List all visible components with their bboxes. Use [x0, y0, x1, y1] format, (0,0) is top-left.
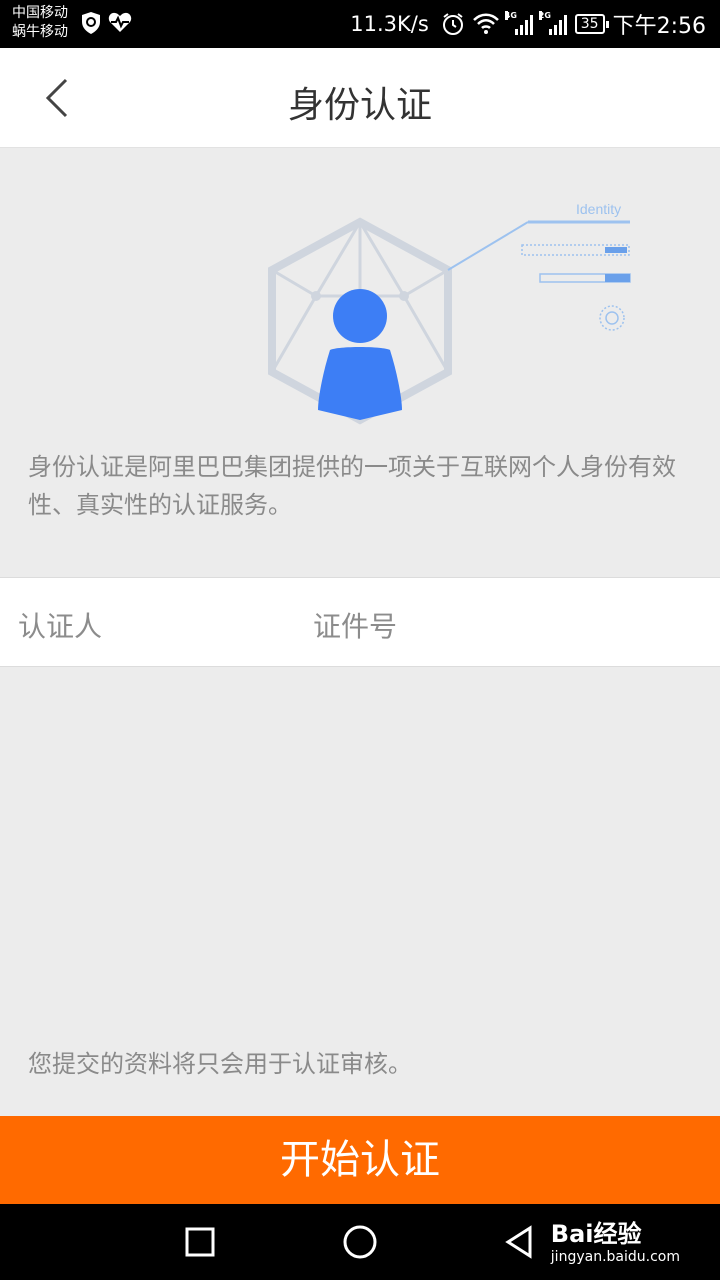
identity-illustration: Identity — [268, 201, 631, 425]
back-icon[interactable] — [500, 1222, 540, 1262]
user-avatar-icon — [318, 289, 402, 420]
carrier-names: 中国移动 蜗牛移动 — [12, 4, 68, 42]
watermark-main: Bai经验 — [550, 1220, 642, 1248]
recent-apps-icon[interactable] — [180, 1222, 220, 1262]
battery-icon: 35 — [574, 14, 609, 34]
watermark-sub: jingyan.baidu.com — [550, 1249, 680, 1265]
identity-decoration: Identity — [447, 201, 631, 331]
start-verification-button[interactable]: 开始认证 — [0, 1116, 720, 1204]
shield-icon — [82, 12, 100, 34]
baidu-watermark: Bai经验 jingyan.baidu.com — [551, 1214, 680, 1265]
privacy-note: 您提交的资料将只会用于认证审核。 — [28, 1050, 412, 1078]
battery-level: 35 — [580, 16, 599, 32]
description-text: 身份认证是阿里巴巴集团提供的一项关于互联网个人身份有效性、真实性的认证服务。 — [28, 453, 676, 519]
status-notification-icons — [80, 11, 132, 35]
wifi-icon — [472, 13, 499, 34]
signal-2-tag: 2G — [538, 11, 551, 20]
carrier-1: 中国移动 — [12, 5, 68, 21]
identity-label: Identity — [576, 201, 621, 217]
status-bar: 中国移动 蜗牛移动 11.3K/s 4G 2G 35 下午2:56 — [0, 0, 720, 48]
signal-4g-icon: 4G — [504, 11, 533, 35]
system-nav-bar: Bai经验 jingyan.baidu.com — [0, 1204, 720, 1280]
id-number-label: 证件号 — [313, 610, 398, 643]
net-speed: 11.3K/s — [350, 12, 429, 36]
heart-rate-icon — [108, 12, 132, 32]
clock: 下午2:56 — [612, 14, 706, 39]
app-header: 身份认证 — [0, 48, 720, 148]
home-icon[interactable] — [340, 1222, 380, 1262]
certifier-info-row: 认证人 证件号 — [0, 577, 720, 667]
signal-2g-icon: 2G — [538, 11, 567, 35]
status-right: 11.3K/s 4G 2G 35 下午2:56 — [350, 0, 706, 48]
carrier-2: 蜗牛移动 — [12, 24, 68, 40]
alarm-icon — [442, 13, 463, 35]
signal-1-tag: 4G — [504, 11, 517, 20]
certifier-label: 认证人 — [18, 610, 103, 643]
page-title: 身份认证 — [287, 85, 432, 126]
